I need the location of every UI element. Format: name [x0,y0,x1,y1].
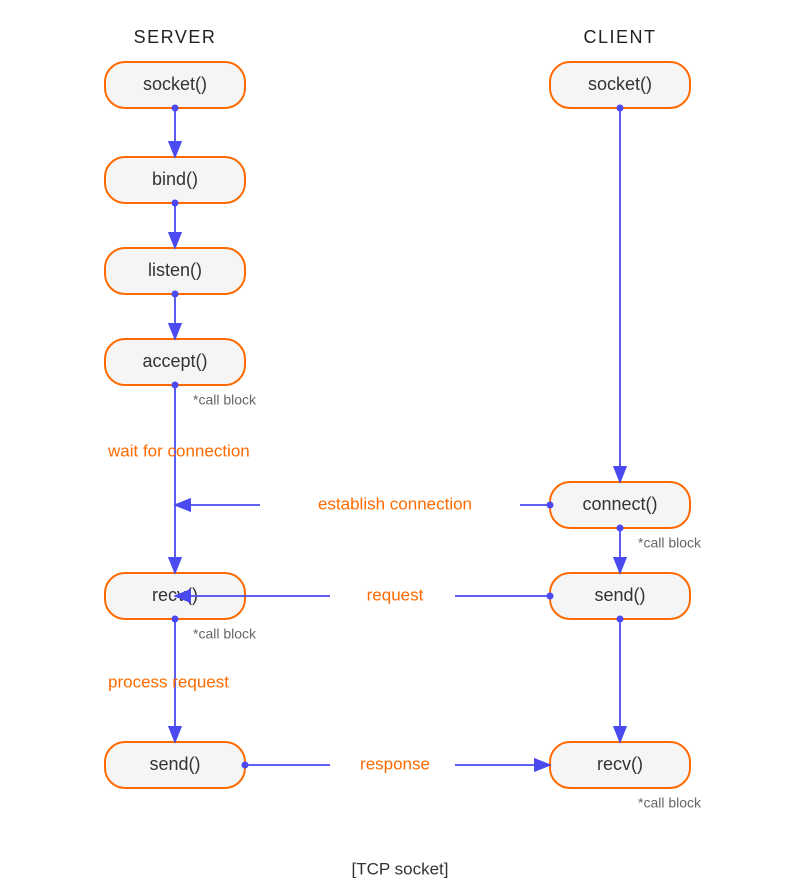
node-c_socket: socket() [550,62,690,108]
arrow-c_socket-to-c_connect [617,105,624,483]
note-after_cconnect: *call block [638,534,702,550]
node-c_connect: connect() [550,482,690,528]
node-label: recv() [152,585,198,605]
node-s_bind: bind() [105,157,245,203]
node-label: send() [149,754,200,774]
arrow-s_accept-to-s_recv [172,382,179,574]
tcp-socket-diagram: SERVER CLIENT socket() bind() listen() acce… [0,0,800,895]
node-label: bind() [152,169,198,189]
node-label: accept() [142,351,207,371]
server-column-header: SERVER [134,27,217,47]
note-after_crecv: *call block [638,794,702,810]
node-c_send: send() [550,573,690,619]
node-label: recv() [597,754,643,774]
node-s_socket: socket() [105,62,245,108]
node-s_accept: accept() [105,339,245,385]
client-column-header: CLIENT [583,27,656,47]
annotation-request: request [367,585,424,604]
arrow-s_listen-to-s_accept [172,291,179,340]
diagram-caption: [TCP socket] [352,859,449,878]
arrows-layer [172,105,624,769]
node-label: connect() [582,494,657,514]
annotation-process: process request [108,672,229,691]
node-label: socket() [588,74,652,94]
node-label: listen() [148,260,202,280]
node-label: socket() [143,74,207,94]
node-c_recv: recv() [550,742,690,788]
arrow-c_send-to-c_recv [617,616,624,743]
arrow-c_connect-to-c_send [617,525,624,574]
annotation-estab: establish connection [318,494,472,513]
note-after_accept: *call block [193,391,257,407]
node-label: send() [594,585,645,605]
arrow-s_socket-to-s_bind [172,105,179,158]
arrow-s_bind-to-s_listen [172,200,179,249]
node-s_listen: listen() [105,248,245,294]
annotation-wait: wait for connection [107,441,250,460]
annotation-response: response [360,754,430,773]
note-after_srecv: *call block [193,625,257,641]
node-s_send: send() [105,742,245,788]
